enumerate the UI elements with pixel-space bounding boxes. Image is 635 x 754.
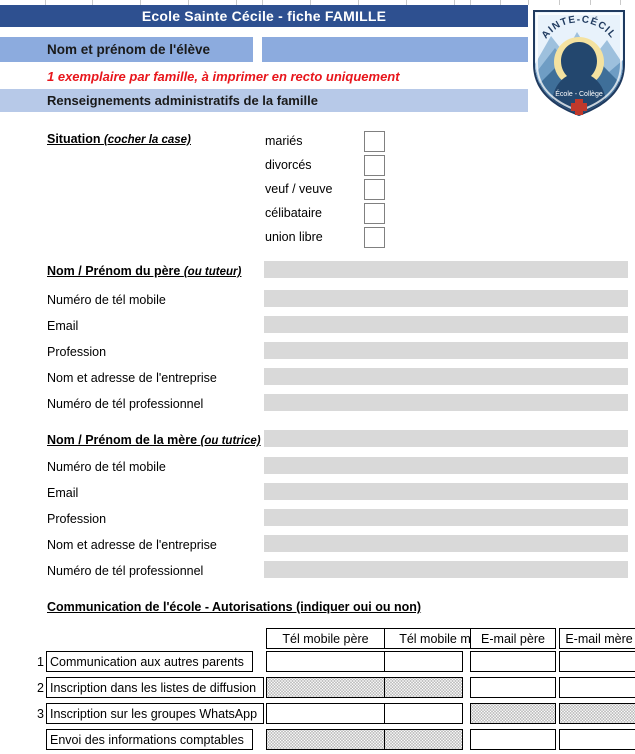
father-company-input[interactable] bbox=[264, 368, 628, 385]
comm-cell-r2c2-blocked bbox=[384, 677, 463, 698]
father-field-label-1: Email bbox=[47, 319, 79, 333]
mother-name-input[interactable] bbox=[264, 430, 628, 447]
situation-option-label-1: divorcés bbox=[265, 158, 312, 172]
father-email-input[interactable] bbox=[264, 316, 628, 333]
mother-field-label-2: Profession bbox=[47, 512, 107, 526]
mother-profession-input[interactable] bbox=[264, 509, 628, 526]
comm-cell-r2c4[interactable] bbox=[559, 677, 635, 698]
situation-checkbox-veuf-veuve[interactable] bbox=[364, 179, 385, 200]
situation-checkbox-divorces[interactable] bbox=[364, 155, 385, 176]
comm-cell-r2c1-blocked bbox=[266, 677, 385, 698]
comm-col-header-tel-mobile-pere: Tél mobile père bbox=[266, 628, 385, 649]
comm-cell-r3c2[interactable] bbox=[384, 703, 463, 724]
comm-cell-r4c4[interactable] bbox=[559, 729, 635, 750]
situation-checkbox-union-libre[interactable] bbox=[364, 227, 385, 248]
father-mobile-input[interactable] bbox=[264, 290, 628, 307]
comm-cell-r4c2-blocked bbox=[384, 729, 463, 750]
comm-cell-r2c3[interactable] bbox=[470, 677, 556, 698]
student-name-input[interactable] bbox=[262, 37, 528, 62]
print-note-row: 1 exemplaire par famille, à imprimer en … bbox=[0, 66, 528, 86]
situation-option-label-3: célibataire bbox=[265, 206, 322, 220]
document-title-bar: Ecole Sainte Cécile - fiche FAMILLE bbox=[0, 5, 528, 27]
comm-row-label-2: Inscription dans les listes de diffusion bbox=[46, 677, 264, 698]
situation-option-label-4: union libre bbox=[265, 230, 323, 244]
father-work-phone-input[interactable] bbox=[264, 394, 628, 411]
comm-cell-r1c1[interactable] bbox=[266, 651, 385, 672]
father-field-label-4: Numéro de tél professionnel bbox=[47, 397, 204, 411]
situation-option-label-0: mariés bbox=[265, 134, 303, 148]
situation-checkbox-maries[interactable] bbox=[364, 131, 385, 152]
father-field-label-3: Nom et adresse de l'entreprise bbox=[47, 371, 217, 385]
mother-field-label-1: Email bbox=[47, 486, 79, 500]
mother-heading: Nom / Prénom de la mère (ou tutrice) bbox=[47, 433, 261, 447]
father-field-label-2: Profession bbox=[47, 345, 107, 359]
situation-checkbox-celibataire[interactable] bbox=[364, 203, 385, 224]
student-name-label: Nom et prénom de l'élève bbox=[47, 42, 211, 57]
section-heading: Renseignements administratifs de la fami… bbox=[47, 93, 318, 108]
comm-cell-r3c1[interactable] bbox=[266, 703, 385, 724]
student-name-label-cell: Nom et prénom de l'élève bbox=[0, 37, 253, 62]
page-title: Ecole Sainte Cécile - fiche FAMILLE bbox=[141, 8, 387, 24]
mother-field-label-3: Nom et adresse de l'entreprise bbox=[47, 538, 217, 552]
mother-work-phone-input[interactable] bbox=[264, 561, 628, 578]
comm-row-label-1: Communication aux autres parents bbox=[46, 651, 253, 672]
comm-row-number-1: 1 bbox=[37, 655, 44, 669]
comm-row-number-2: 2 bbox=[37, 681, 44, 695]
section-heading-bar: Renseignements administratifs de la fami… bbox=[0, 89, 528, 112]
comm-cell-r3c3-blocked bbox=[470, 703, 556, 724]
comm-row-label-4: Envoi des informations comptables bbox=[46, 729, 253, 750]
comm-cell-r1c4[interactable] bbox=[559, 651, 635, 672]
mother-email-input[interactable] bbox=[264, 483, 628, 500]
comm-cell-r4c1-blocked bbox=[266, 729, 385, 750]
situation-heading: Situation (cocher la case) bbox=[47, 132, 191, 146]
mother-mobile-input[interactable] bbox=[264, 457, 628, 474]
comm-cell-r3c4-blocked bbox=[559, 703, 635, 724]
father-heading: Nom / Prénom du père (ou tuteur) bbox=[47, 264, 242, 278]
father-field-label-0: Numéro de tél mobile bbox=[47, 293, 166, 307]
comm-row-label-3: Inscription sur les groupes WhatsApp bbox=[46, 703, 264, 724]
communication-section-title: Communication de l'école - Autorisations… bbox=[47, 600, 422, 614]
mother-company-input[interactable] bbox=[264, 535, 628, 552]
father-name-input[interactable] bbox=[264, 261, 628, 278]
mother-field-label-4: Numéro de tél professionnel bbox=[47, 564, 204, 578]
comm-cell-r4c3[interactable] bbox=[470, 729, 556, 750]
comm-cell-r1c2[interactable] bbox=[384, 651, 463, 672]
comm-row-number-3: 3 bbox=[37, 707, 44, 721]
crest-subtitle: École - Collège bbox=[555, 89, 603, 98]
print-note: 1 exemplaire par famille, à imprimer en … bbox=[47, 68, 400, 84]
comm-cell-r1c3[interactable] bbox=[470, 651, 556, 672]
situation-option-label-2: veuf / veuve bbox=[265, 182, 333, 196]
comm-col-header-email-pere: E-mail père bbox=[470, 628, 556, 649]
school-crest-logo: SAINTE-CÉCILE École - Collège bbox=[521, 0, 633, 120]
mother-field-label-0: Numéro de tél mobile bbox=[47, 460, 166, 474]
father-profession-input[interactable] bbox=[264, 342, 628, 359]
comm-col-header-email-mere: E-mail mère bbox=[559, 628, 635, 649]
